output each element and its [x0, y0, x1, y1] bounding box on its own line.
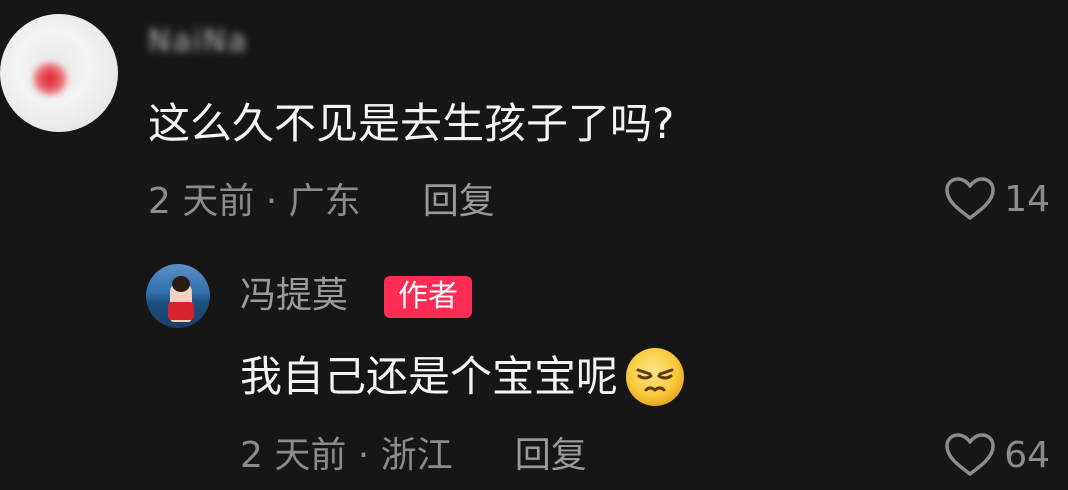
avatar[interactable]: [0, 14, 118, 132]
reply-item: 冯提莫 作者 我自己还是个宝宝呢 2 天前 · 浙江 回复 64: [0, 250, 1068, 490]
avatar[interactable]: [146, 264, 210, 328]
comment-text-row: 我自己还是个宝宝呢: [240, 346, 686, 408]
comment-username[interactable]: 冯提莫: [240, 272, 348, 320]
annoyed-face-emoji: [624, 346, 686, 408]
author-badge: 作者: [384, 276, 472, 318]
like-button[interactable]: 14: [944, 176, 1050, 222]
heart-outline-icon: [944, 432, 996, 478]
comment-time-location: 2 天前 · 广东: [148, 181, 361, 222]
comment-meta: 2 天前 · 浙江 回复: [240, 434, 587, 478]
like-button[interactable]: 64: [944, 432, 1050, 478]
like-count: 14: [1004, 178, 1050, 220]
heart-outline-icon: [944, 176, 996, 222]
reply-button[interactable]: 回复: [423, 181, 495, 222]
reply-button[interactable]: 回复: [515, 435, 587, 476]
comment-text: 这么久不见是去生孩子了吗?: [148, 99, 675, 148]
comment-meta: 2 天前 · 广东 回复: [148, 180, 495, 224]
comment-username[interactable]: NaiNa: [148, 24, 248, 59]
like-count: 64: [1004, 434, 1050, 476]
comment-text: 我自己还是个宝宝呢: [240, 352, 619, 401]
comment-time-location: 2 天前 · 浙江: [240, 435, 453, 476]
comment-item: NaiNa 这么久不见是去生孩子了吗? 2 天前 · 广东 回复 14: [0, 0, 1068, 240]
